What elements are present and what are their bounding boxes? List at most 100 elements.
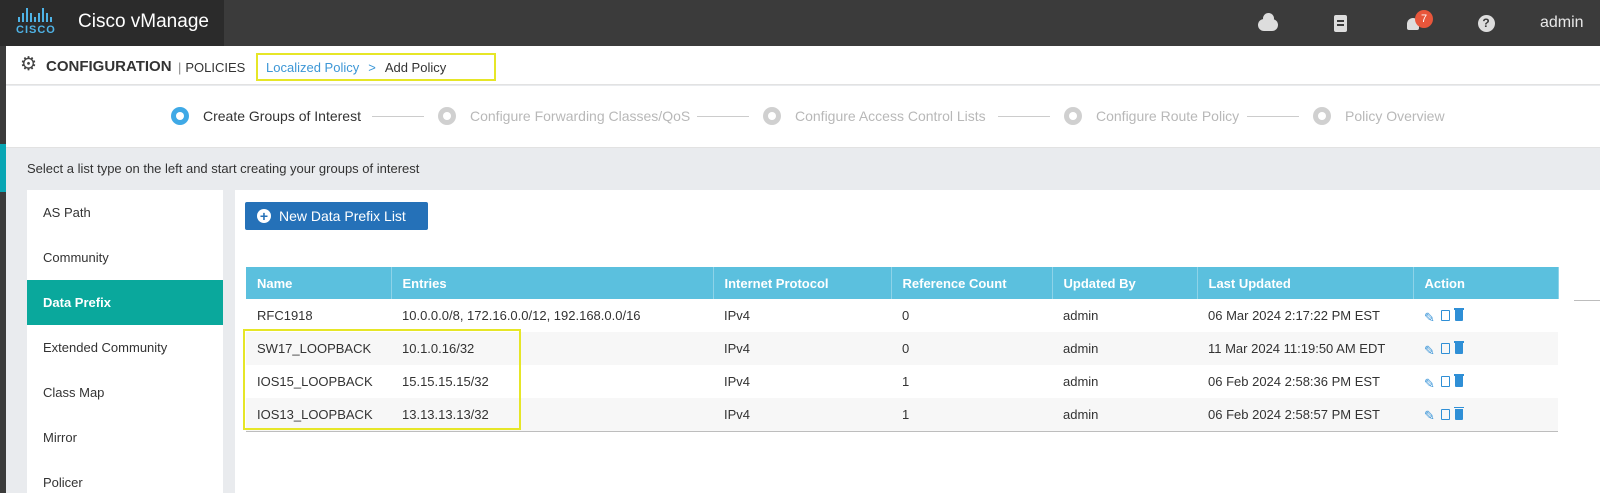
cell-protocol: IPv4 — [724, 308, 751, 323]
cell-protocol: IPv4 — [713, 332, 891, 365]
table-rule-extension — [1574, 300, 1600, 301]
cell-protocol: IPv4 — [713, 398, 891, 432]
list-type-community[interactable]: Community — [27, 235, 223, 280]
trash-icon[interactable] — [1454, 308, 1464, 321]
step-connector — [372, 116, 424, 117]
step-connector — [697, 116, 749, 117]
policy-wizard-steps: Create Groups of Interest Configure Forw… — [6, 86, 1600, 148]
step-configure-access-control-lists[interactable]: Configure Access Control Lists — [763, 107, 986, 125]
column-header-updated-by[interactable]: Updated By — [1052, 267, 1198, 299]
page-title: CONFIGURATION — [46, 58, 172, 75]
pencil-icon[interactable]: ✎ — [1424, 310, 1436, 325]
cell-protocol: IPv4 — [724, 374, 751, 389]
step-label: Policy Overview — [1345, 108, 1445, 124]
table-row[interactable]: SW17_LOOPBACK 10.1.0.16/32 IPv4 0 admin … — [246, 332, 1558, 365]
step-label: Configure Access Control Lists — [795, 108, 986, 124]
list-type-extended-community[interactable]: Extended Community — [27, 325, 223, 370]
list-type-as-path[interactable]: AS Path — [27, 190, 223, 235]
left-nav-active-indicator — [0, 144, 6, 192]
cell-reference-count: 1 — [891, 398, 1052, 432]
data-prefix-panel: + New Data Prefix List Name Entries Inte… — [235, 190, 1600, 493]
list-type-mirror[interactable]: Mirror — [27, 415, 223, 460]
cloud-icon[interactable] — [1258, 13, 1278, 33]
cell-reference-count: 0 — [902, 308, 910, 323]
plus-circle-icon: + — [257, 209, 271, 223]
app-title: Cisco vManage — [78, 11, 209, 32]
step-configure-forwarding-classes[interactable]: Configure Forwarding Classes/QoS — [438, 107, 690, 125]
column-header-last-updated[interactable]: Last Updated — [1197, 267, 1414, 299]
cell-updated-by: admin — [1052, 332, 1197, 365]
trash-icon[interactable] — [1454, 406, 1464, 420]
column-header-action: Action — [1413, 267, 1559, 299]
column-header-internet-protocol[interactable]: Internet Protocol — [713, 267, 892, 299]
cell-actions: ✎ — [1413, 398, 1558, 432]
copy-icon[interactable] — [1441, 343, 1450, 354]
cell-last-updated: 06 Mar 2024 2:17:22 PM EST — [1208, 308, 1380, 323]
cell-name: IOS13_LOOPBACK — [246, 398, 391, 432]
list-type-menu: AS Path Community Data Prefix Extended C… — [27, 190, 223, 493]
breadcrumb-separator: > — [368, 59, 376, 75]
configuration-header: ⚙ CONFIGURATION | POLICIES Localized Poli… — [6, 46, 1600, 85]
new-data-prefix-list-button[interactable]: + New Data Prefix List — [245, 202, 428, 230]
pencil-icon[interactable]: ✎ — [1424, 408, 1436, 423]
copy-icon[interactable] — [1441, 376, 1450, 387]
table-row[interactable]: RFC1918 10.0.0.0/8, 172.16.0.0/12, 192.1… — [246, 299, 1558, 332]
title-separator: | — [178, 60, 182, 75]
cell-name: RFC1918 — [257, 308, 313, 323]
new-data-prefix-list-label: New Data Prefix List — [279, 208, 406, 224]
cell-reference-count: 0 — [891, 332, 1052, 365]
instructions-text: Select a list type on the left and start… — [27, 161, 420, 176]
clipboard-icon[interactable] — [1330, 13, 1350, 33]
data-prefix-table: Name Entries Internet Protocol Reference… — [246, 267, 1559, 432]
table-row[interactable]: IOS15_LOOPBACK 15.15.15.15/32 IPv4 1 adm… — [246, 365, 1558, 398]
cell-updated-by: admin — [1063, 308, 1099, 323]
cell-actions: ✎ — [1413, 299, 1558, 332]
step-configure-route-policy[interactable]: Configure Route Policy — [1064, 107, 1239, 125]
copy-icon[interactable] — [1441, 310, 1450, 321]
step-policy-overview[interactable]: Policy Overview — [1313, 107, 1445, 125]
cisco-logo-word: CISCO — [16, 24, 56, 36]
step-indicator-icon — [438, 107, 456, 125]
list-type-policer[interactable]: Policer — [27, 460, 223, 493]
step-connector — [1247, 116, 1299, 117]
step-indicator-icon — [171, 107, 189, 125]
pencil-icon[interactable]: ✎ — [1424, 343, 1436, 358]
trash-icon[interactable] — [1454, 341, 1464, 354]
user-menu[interactable]: admin — [1540, 14, 1584, 32]
cell-entries[interactable]: 10.0.0.0/8, 172.16.0.0/12, 192.168.0.0/1… — [391, 299, 713, 332]
step-indicator-icon — [763, 107, 781, 125]
cell-last-updated: 11 Mar 2024 11:19:50 AM EDT — [1197, 332, 1413, 365]
column-header-entries[interactable]: Entries — [391, 267, 714, 299]
cell-reference-count: 1 — [902, 374, 910, 389]
step-indicator-icon — [1064, 107, 1082, 125]
cell-entries[interactable]: 13.13.13.13/32 — [391, 398, 713, 432]
cell-last-updated: 06 Feb 2024 2:58:36 PM EST — [1208, 374, 1380, 389]
help-icon[interactable]: ? — [1476, 13, 1496, 33]
cell-entries[interactable]: 10.1.0.16/32 — [391, 332, 713, 365]
list-type-data-prefix[interactable]: Data Prefix — [27, 280, 223, 325]
cell-updated-by: admin — [1052, 398, 1197, 432]
pencil-icon[interactable]: ✎ — [1424, 376, 1436, 391]
column-header-reference-count[interactable]: Reference Count — [891, 267, 1053, 299]
brand-area[interactable]: CISCO Cisco vManage — [0, 0, 224, 46]
breadcrumb-current: Add Policy — [384, 59, 447, 75]
notification-badge[interactable]: 7 — [1415, 10, 1433, 28]
table-row[interactable]: IOS13_LOOPBACK 13.13.13.13/32 IPv4 1 adm… — [246, 398, 1558, 432]
copy-icon[interactable] — [1441, 408, 1450, 420]
gear-icon: ⚙ — [20, 54, 38, 75]
cell-last-updated: 06 Feb 2024 2:58:57 PM EST — [1197, 398, 1413, 432]
step-create-groups-of-interest[interactable]: Create Groups of Interest — [171, 107, 361, 125]
breadcrumb-localized-policy[interactable]: Localized Policy — [266, 60, 359, 75]
cisco-logo: CISCO — [16, 8, 66, 38]
list-type-class-map[interactable]: Class Map — [27, 370, 223, 415]
cell-entries[interactable]: 15.15.15.15/32 — [391, 365, 713, 398]
step-indicator-icon — [1313, 107, 1331, 125]
step-label: Configure Forwarding Classes/QoS — [470, 108, 691, 124]
trash-icon[interactable] — [1454, 374, 1464, 387]
page-subtitle-text: POLICIES — [185, 60, 246, 75]
table-header-row: Name Entries Internet Protocol Reference… — [246, 267, 1559, 299]
cell-updated-by: admin — [1063, 374, 1099, 389]
cell-name: SW17_LOOPBACK — [246, 332, 391, 365]
cell-actions: ✎ — [1413, 332, 1558, 365]
column-header-name[interactable]: Name — [246, 267, 392, 299]
